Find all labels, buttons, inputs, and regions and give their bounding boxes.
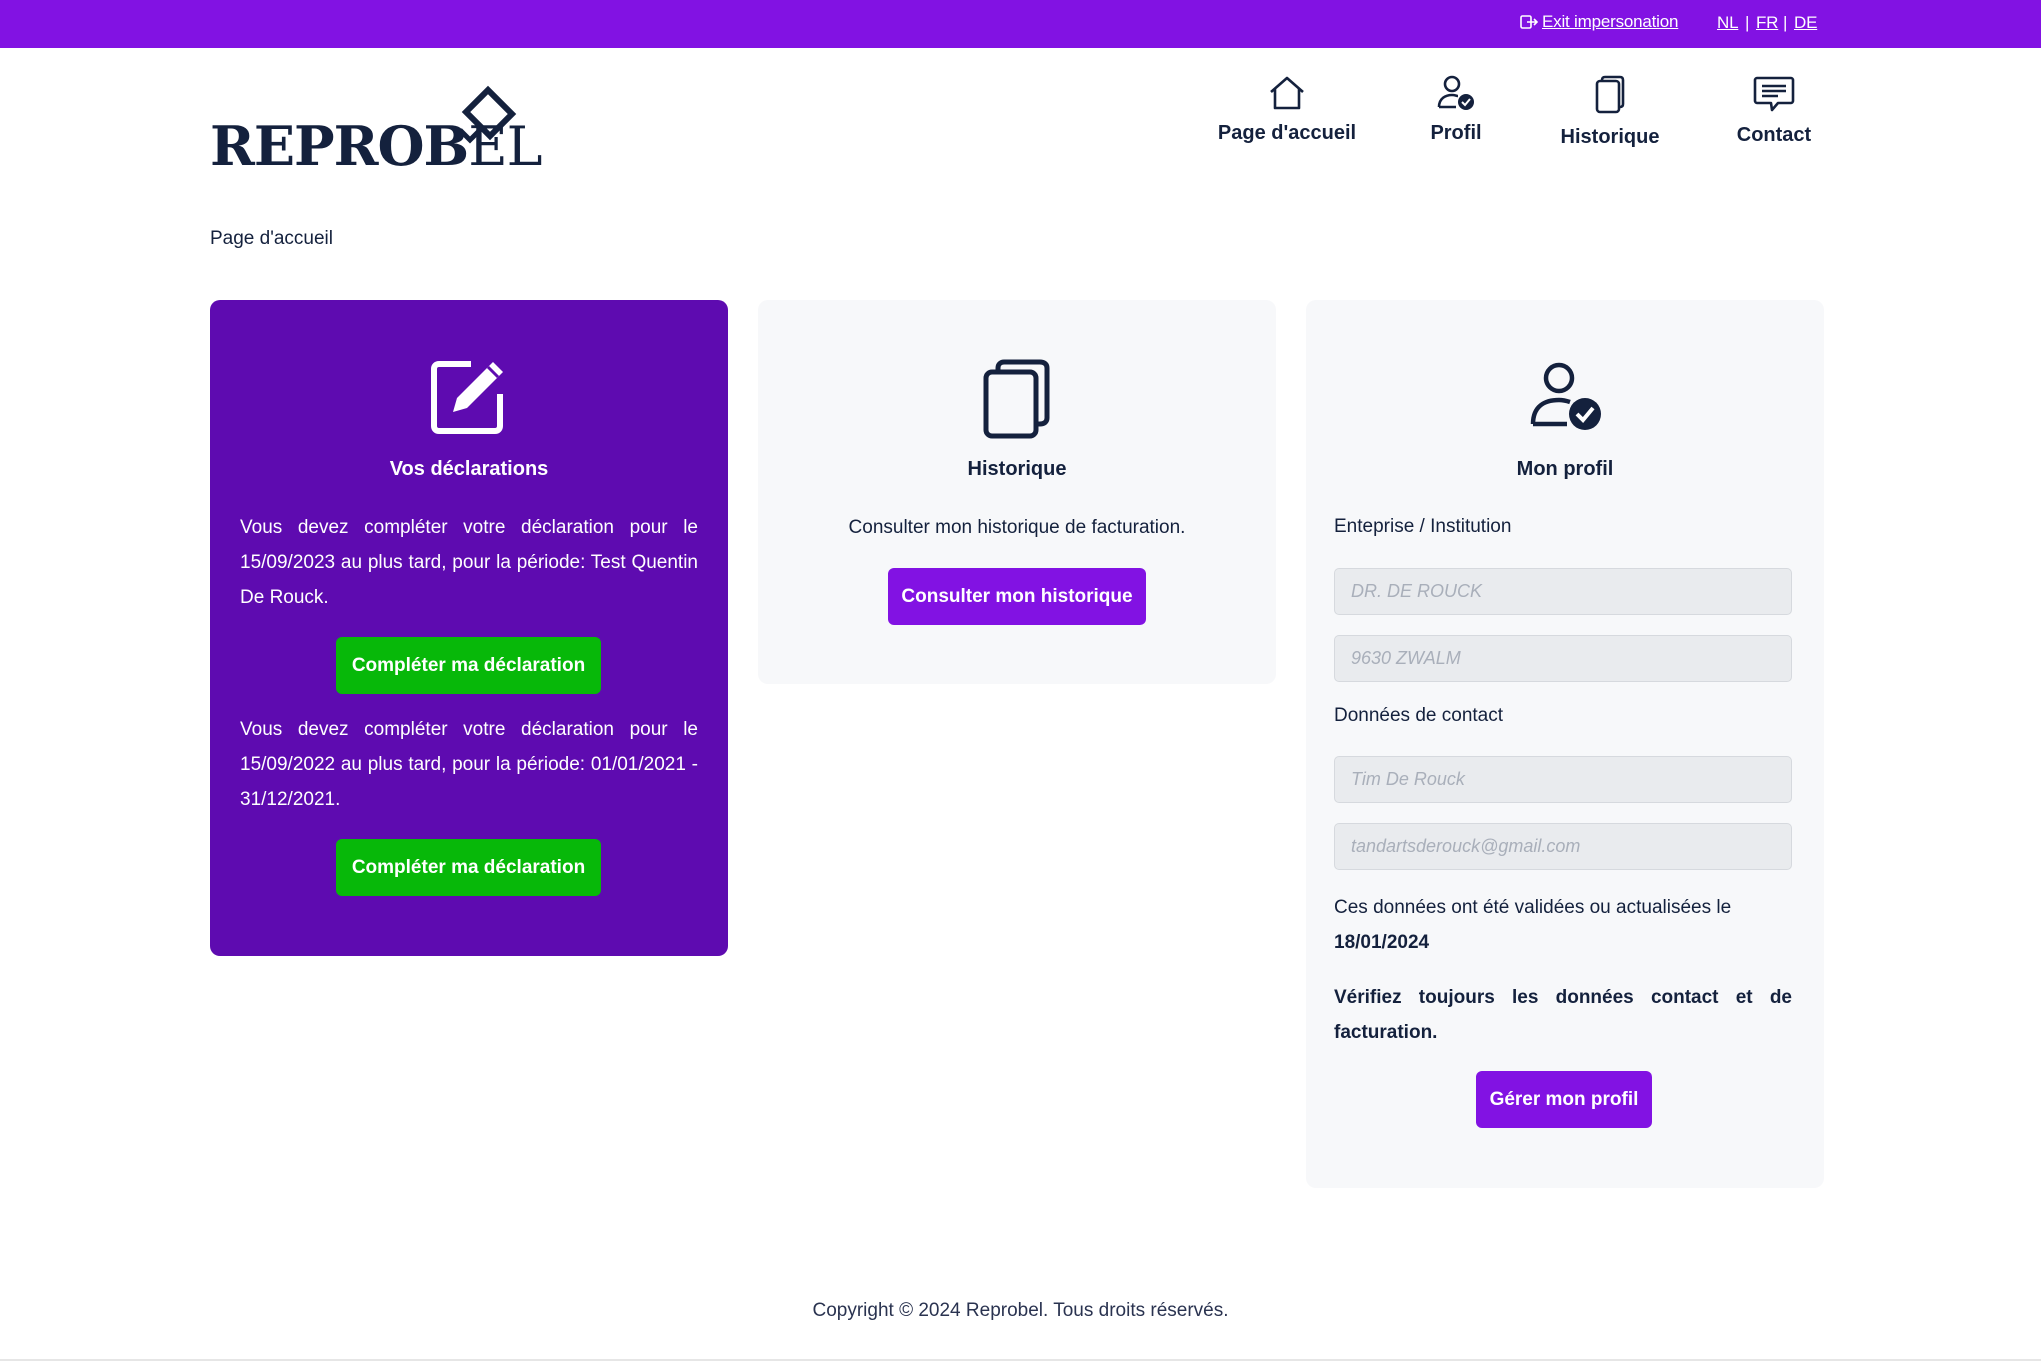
lang-de-link[interactable]: DE — [1794, 13, 1817, 33]
chat-icon — [1753, 76, 1795, 112]
nav-contact[interactable]: Contact — [1734, 74, 1814, 154]
company-name-field[interactable]: DR. DE ROUCK — [1334, 568, 1792, 615]
company-label: Enteprise / Institution — [1334, 516, 1512, 537]
declaration-text: Vous devez compléter votre déclaration p… — [240, 517, 698, 608]
view-history-button[interactable]: Consulter mon historique — [888, 568, 1146, 625]
contact-name-field[interactable]: Tim De Rouck — [1334, 756, 1792, 803]
documents-icon — [983, 359, 1050, 439]
verify-warning: Vérifiez toujours les données contact et… — [1334, 987, 1792, 1043]
top-bar: Exit impersonation NL | FR | DE — [0, 0, 2041, 48]
manage-profile-button[interactable]: Gérer mon profil — [1476, 1071, 1652, 1128]
exit-icon — [1520, 15, 1538, 29]
home-icon — [1270, 76, 1304, 110]
validation-date: 18/01/2024 — [1334, 932, 1430, 953]
company-city-field[interactable]: 9630 ZWALM — [1334, 635, 1792, 682]
contact-label: Données de contact — [1334, 705, 1504, 726]
lang-separator: | — [1745, 13, 1750, 32]
nav-home-label: Page d'accueil — [1217, 122, 1357, 144]
exit-impersonation-group[interactable]: Exit impersonation — [1520, 12, 1678, 32]
nav-history[interactable]: Historique — [1560, 74, 1660, 154]
nav-home[interactable]: Page d'accueil — [1217, 74, 1357, 154]
history-title: Historique — [967, 458, 1067, 480]
complete-declaration-button[interactable]: Compléter ma déclaration — [336, 637, 601, 694]
lang-fr-link[interactable]: FR — [1756, 13, 1778, 33]
declarations-card: Vos déclarations Vous devez compléter vo… — [210, 300, 728, 956]
user-check-icon — [1530, 362, 1601, 430]
declaration-text: Vous devez compléter votre déclaration p… — [240, 719, 698, 810]
nav-profile[interactable]: Profil — [1425, 74, 1487, 154]
profile-title: Mon profil — [1516, 458, 1614, 480]
nav-contact-label: Contact — [1736, 124, 1812, 146]
contact-email-field[interactable]: tandartsderouck@gmail.com — [1334, 823, 1792, 870]
declarations-title: Vos déclarations — [389, 458, 549, 480]
edit-icon — [431, 361, 503, 434]
breadcrumb: Page d'accueil — [210, 228, 333, 249]
history-description: Consulter mon historique de facturation. — [848, 517, 1186, 538]
reprobel-logo[interactable]: REPROBEL — [210, 84, 542, 178]
lang-nl-link[interactable]: NL — [1717, 13, 1739, 33]
logo-diamond-icon — [458, 85, 517, 144]
profile-card: Mon profil Enteprise / Institution DR. D… — [1306, 300, 1824, 1188]
documents-icon — [1595, 75, 1625, 114]
nav-history-label: Historique — [1560, 126, 1660, 148]
lang-separator: | — [1783, 13, 1788, 32]
exit-impersonation-link[interactable]: Exit impersonation — [1542, 12, 1678, 32]
complete-declaration-button[interactable]: Compléter ma déclaration — [336, 839, 601, 896]
footer-copyright: Copyright © 2024 Reprobel. Tous droits r… — [812, 1300, 1229, 1321]
history-card: Historique Consulter mon historique de f… — [758, 300, 1276, 684]
validation-note: Ces données ont été validées ou actualis… — [1334, 897, 1732, 953]
nav-profile-label: Profil — [1430, 122, 1482, 144]
user-check-icon — [1437, 75, 1474, 110]
